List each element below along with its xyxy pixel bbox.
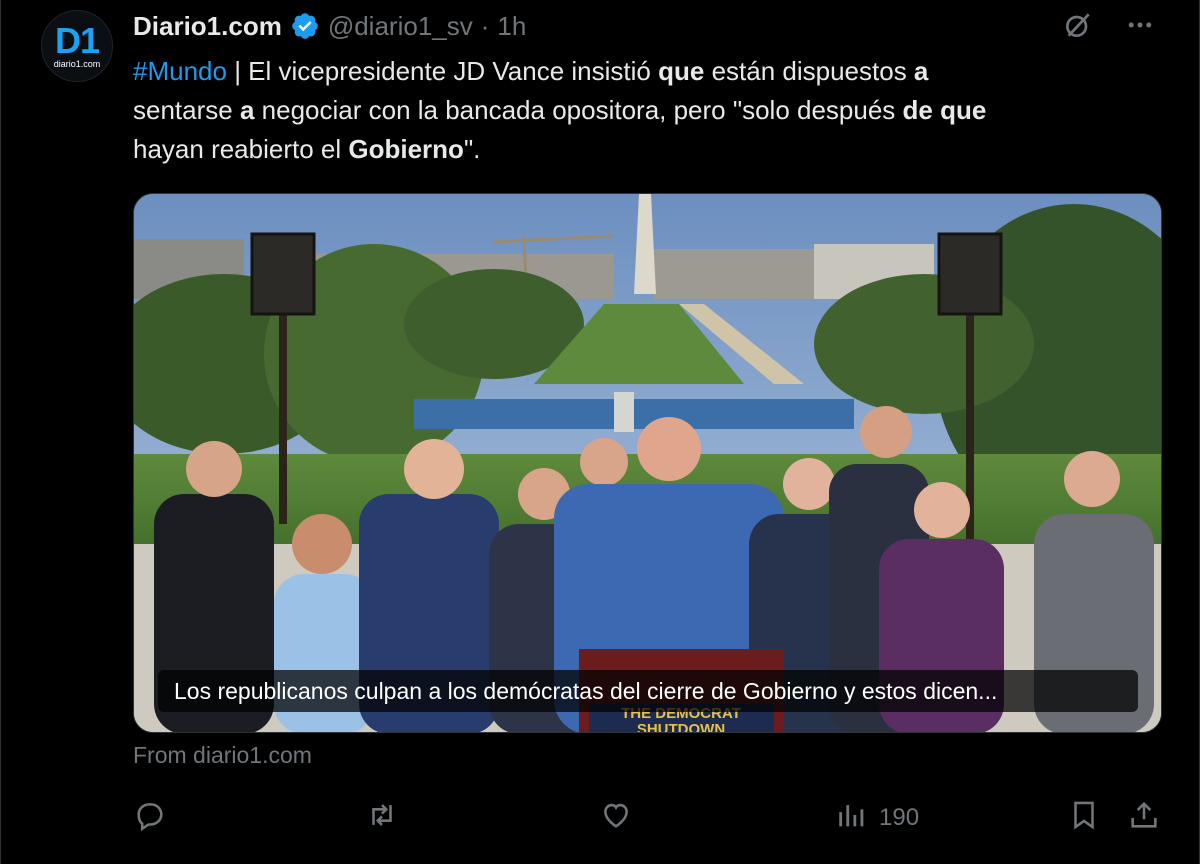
views-count: 190 (879, 804, 920, 831)
repost-button[interactable] (365, 796, 399, 840)
link-source[interactable]: From diario1.com (133, 742, 312, 769)
more-icon[interactable] (1123, 8, 1157, 42)
share-icon (1127, 798, 1161, 839)
link-card-media[interactable]: THE DEMOCRAT SHUTDOWN Los republicanos c… (133, 193, 1162, 733)
text-part: están dispuestos (704, 56, 914, 86)
text-bold: de que (902, 95, 987, 125)
media-photo: THE DEMOCRAT SHUTDOWN (134, 194, 1161, 733)
text-part: negociar con la bancada opositora, pero … (254, 95, 903, 125)
grok-icon[interactable] (1061, 8, 1095, 42)
avatar-logo-mark: D1 (54, 19, 100, 61)
avatar-logo-sub: diario1.com (53, 58, 101, 69)
author-handle[interactable]: @diario1_sv (328, 11, 473, 42)
text-part: sentarse (133, 95, 240, 125)
text-bold: Gobierno (348, 134, 464, 164)
post-text: #Mundo | El vicepresidente JD Vance insi… (133, 52, 1163, 169)
author-name[interactable]: Diario1.com (133, 11, 282, 42)
bookmark-button[interactable] (1067, 796, 1101, 840)
bookmark-icon (1067, 798, 1101, 839)
views-button[interactable]: 190 (835, 796, 919, 840)
post-card[interactable]: D1 diario1.com Diario1.com @diario1_sv ·… (0, 0, 1200, 864)
post-time[interactable]: 1h (497, 11, 526, 42)
text-part: | El vicepresidente JD Vance insistió (226, 56, 659, 86)
like-button[interactable] (599, 796, 633, 840)
action-bar: 190 (133, 796, 1163, 840)
author-avatar[interactable]: D1 diario1.com (41, 10, 113, 82)
post-header: Diario1.com @diario1_sv · 1h (133, 8, 526, 44)
text-bold: a (913, 56, 929, 86)
hashtag-link[interactable]: #Mundo (133, 56, 227, 86)
text-bold: a (239, 95, 255, 125)
text-part: ". (463, 134, 481, 164)
repost-icon (365, 798, 399, 839)
views-icon (835, 798, 869, 839)
podium-sign-line2: SHUTDOWN (637, 721, 725, 733)
media-caption[interactable]: Los republicanos culpan a los demócratas… (158, 670, 1138, 712)
verified-badge-icon[interactable] (290, 11, 320, 41)
text-bold: que (658, 56, 705, 86)
reply-button[interactable] (133, 796, 167, 840)
header-separator: · (480, 10, 490, 41)
reply-icon (133, 798, 167, 839)
post-top-actions (1061, 8, 1157, 42)
share-button[interactable] (1127, 796, 1161, 840)
like-icon (599, 798, 633, 839)
text-part: hayan reabierto el (133, 134, 349, 164)
